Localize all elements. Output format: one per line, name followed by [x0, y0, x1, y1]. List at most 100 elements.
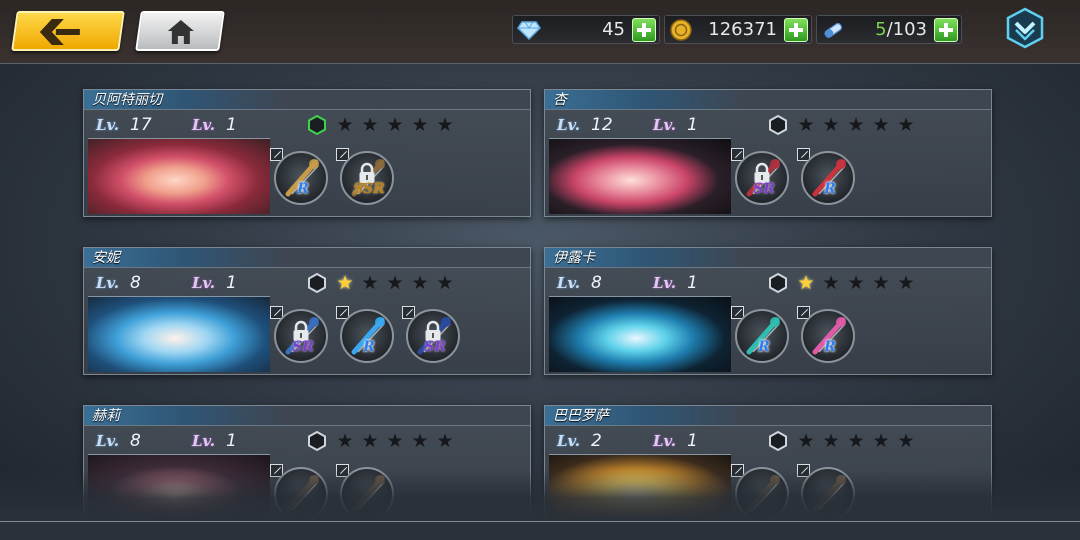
rarity-badge: SSR	[353, 181, 385, 197]
character-name: 伊露卡	[553, 250, 595, 266]
character-card[interactable]: 贝阿特丽切 Lv. 17 Lv. 1 ★ ★ ★ ★ ★ R SSR	[83, 89, 531, 217]
card-header: 赫莉	[84, 406, 530, 426]
weapon-level: Lv. 1	[653, 430, 713, 452]
card-header: 贝阿特丽切	[84, 90, 530, 110]
weapon-level: Lv. 1	[653, 272, 713, 294]
star-rating: ★ ★ ★ ★ ★	[335, 273, 455, 293]
character-card[interactable]: 安妮 Lv. 8 Lv. 1 ★ ★ ★ ★ ★ SR R SR	[83, 247, 531, 375]
star-rating: ★ ★ ★ ★ ★	[796, 115, 916, 135]
add-gold-button[interactable]	[784, 18, 808, 42]
sub-level-label: Lv.	[653, 116, 676, 134]
star-icon: ★	[436, 272, 454, 294]
sub-level-value: 1	[687, 431, 698, 451]
weapon-level: Lv. 1	[192, 114, 252, 136]
add-stamina-button[interactable]	[934, 18, 958, 42]
star-icon: ★	[797, 272, 815, 294]
weapon-slot[interactable]: R	[731, 306, 791, 366]
sub-level-value: 1	[687, 115, 698, 135]
star-icon: ★	[386, 430, 404, 452]
sub-level-label: Lv.	[192, 274, 215, 292]
weapon-level: Lv. 1	[192, 272, 252, 294]
character-name: 贝阿特丽切	[92, 92, 162, 108]
stamina-max: 103	[892, 19, 927, 40]
star-rating: ★ ★ ★ ★ ★	[335, 115, 455, 135]
character-name: 巴巴罗萨	[553, 408, 609, 424]
star-rating: ★ ★ ★ ★ ★	[335, 431, 455, 451]
back-button[interactable]	[11, 11, 125, 51]
level-label: Lv.	[96, 116, 119, 134]
menu-button[interactable]	[1004, 7, 1046, 49]
weapon-slot[interactable]: R	[797, 306, 857, 366]
diamond-icon	[517, 21, 541, 41]
star-icon: ★	[872, 430, 890, 452]
character-level: Lv. 2	[557, 430, 637, 452]
home-icon	[167, 20, 194, 44]
star-icon: ★	[797, 430, 815, 452]
character-level: Lv. 12	[557, 114, 637, 136]
star-icon: ★	[436, 114, 454, 136]
star-icon: ★	[411, 114, 429, 136]
weapon-slot[interactable]: R	[270, 148, 330, 208]
weapon-slot[interactable]: SR	[731, 148, 791, 208]
card-header: 安妮	[84, 248, 530, 268]
sub-level-label: Lv.	[192, 116, 215, 134]
level-label: Lv.	[96, 432, 119, 450]
character-portrait[interactable]	[549, 296, 731, 372]
stamina-current: 5	[875, 19, 887, 40]
star-icon: ★	[872, 272, 890, 294]
top-bar: 45 126371 5/103	[0, 0, 1080, 64]
weapon-slot[interactable]: SR	[402, 306, 462, 366]
star-icon: ★	[361, 430, 379, 452]
level-value: 17	[130, 115, 152, 135]
rarity-badge: R	[297, 181, 309, 197]
bottom-divider	[0, 521, 1080, 522]
star-icon: ★	[897, 114, 915, 136]
character-portrait[interactable]	[549, 138, 731, 214]
character-level: Lv. 17	[96, 114, 176, 136]
home-button[interactable]	[135, 11, 225, 51]
character-card[interactable]: 杏 Lv. 12 Lv. 1 ★ ★ ★ ★ ★ SR R	[544, 89, 992, 217]
weapon-slot[interactable]: R	[797, 148, 857, 208]
hexagon-icon	[767, 430, 789, 452]
level-label: Lv.	[557, 432, 580, 450]
hexagon-icon	[306, 114, 328, 136]
character-card[interactable]: 伊露卡 Lv. 8 Lv. 1 ★ ★ ★ ★ ★ R R	[544, 247, 992, 375]
bottom-fade-overlay	[0, 470, 1080, 540]
stamina-icon	[824, 22, 843, 38]
character-level: Lv. 8	[96, 430, 176, 452]
level-label: Lv.	[557, 116, 580, 134]
level-value: 8	[130, 273, 141, 293]
hexagon-icon	[767, 272, 789, 294]
star-icon: ★	[386, 272, 404, 294]
star-icon: ★	[411, 272, 429, 294]
sub-level-label: Lv.	[653, 432, 676, 450]
sub-level-label: Lv.	[653, 274, 676, 292]
star-icon: ★	[847, 430, 865, 452]
star-icon: ★	[897, 430, 915, 452]
sub-level-value: 1	[226, 273, 237, 293]
weapon-slot[interactable]: R	[336, 306, 396, 366]
star-icon: ★	[797, 114, 815, 136]
star-icon: ★	[336, 272, 354, 294]
weapon-slot[interactable]: SR	[270, 306, 330, 366]
star-icon: ★	[436, 430, 454, 452]
level-value: 8	[591, 273, 602, 293]
add-diamond-button[interactable]	[632, 18, 656, 42]
star-icon: ★	[822, 272, 840, 294]
character-name: 安妮	[92, 250, 120, 266]
level-label: Lv.	[96, 274, 119, 292]
weapon-slot[interactable]: SSR	[336, 148, 396, 208]
level-label: Lv.	[557, 274, 580, 292]
weapon-level: Lv. 1	[192, 430, 252, 452]
star-icon: ★	[361, 114, 379, 136]
card-header: 巴巴罗萨	[545, 406, 991, 426]
star-icon: ★	[822, 114, 840, 136]
rarity-badge: SR	[424, 339, 446, 355]
character-portrait[interactable]	[88, 296, 270, 372]
card-header: 杏	[545, 90, 991, 110]
level-value: 2	[591, 431, 602, 451]
gold-value: 126371	[708, 19, 777, 40]
stamina-value: 5/103	[875, 19, 927, 40]
level-value: 12	[591, 115, 613, 135]
character-portrait[interactable]	[88, 138, 270, 214]
